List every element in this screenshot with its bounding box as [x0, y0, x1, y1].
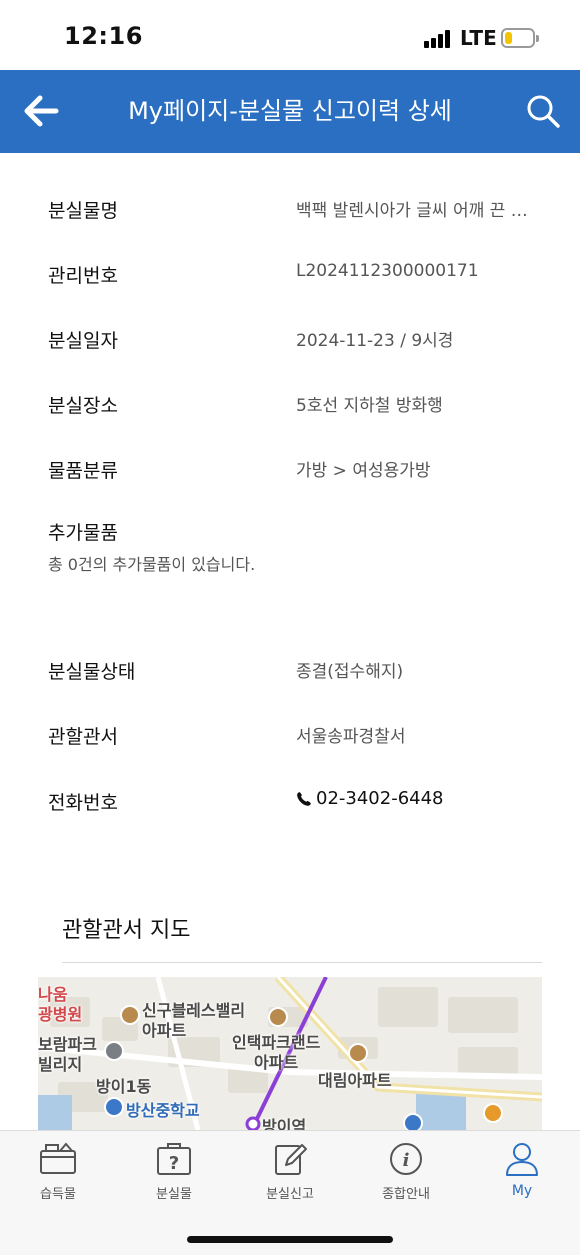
svg-text:i: i [403, 1150, 410, 1171]
edit-report-icon [275, 1144, 307, 1175]
tab-label: 분실신고 [266, 1187, 314, 1202]
tab-label: 분실물 [156, 1187, 192, 1202]
restaurant-poi-icon [483, 1103, 503, 1123]
detail-row-phone: 전화번호 02-3402-6448 [48, 788, 548, 818]
map-label: 아파트 [142, 1021, 187, 1040]
management-no-label: 관리번호 [48, 265, 118, 287]
detail-row-lost-place: 분실장소 5호선 지하철 방화행 [48, 391, 548, 421]
user-icon [506, 1143, 538, 1176]
extra-items-section: 추가물품 총 0건의 추가물품이 있습니다. [48, 518, 528, 575]
map-label: 빌리지 [38, 1055, 83, 1074]
detail-row-item-name: 분실물명 백팩 발렌시아가 글씨 어깨 끈 빨간색 [48, 196, 548, 226]
back-button[interactable] [18, 88, 64, 134]
tab-label: 종합안내 [382, 1187, 430, 1202]
apartment-poi-icon [268, 1007, 288, 1027]
back-arrow-icon [24, 95, 59, 127]
divider [62, 962, 542, 963]
svg-text:?: ? [169, 1153, 179, 1174]
map-label: 광병원 [38, 1005, 83, 1024]
lost-place-value: 5호선 지하철 방화행 [296, 396, 443, 416]
apartment-poi-icon [120, 1005, 140, 1025]
map-label: 방이1동 [96, 1077, 152, 1096]
police-station-label: 관할관서 [48, 726, 118, 748]
page-title: My페이지-분실물 신고이력 상세 [128, 97, 452, 125]
info-icon: i [390, 1143, 422, 1175]
extra-items-value: 총 0건의 추가물품이 있습니다. [48, 555, 256, 574]
search-icon [527, 95, 560, 128]
lost-date-label: 분실일자 [48, 330, 118, 352]
lost-place-label: 분실장소 [48, 395, 118, 417]
detail-row-category: 물품분류 가방 > 여성용가방 [48, 456, 548, 486]
detail-row-management-no: 관리번호 L2024112300000171 [48, 261, 548, 291]
phone-icon [297, 791, 311, 806]
detail-row-lost-date: 분실일자 2024-11-23 / 9시경 [48, 326, 548, 356]
battery-icon [501, 28, 539, 48]
category-value: 가방 > 여성용가방 [296, 461, 431, 481]
found-items-icon [40, 1142, 76, 1174]
extra-items-label: 추가물품 [48, 522, 118, 544]
map-view[interactable]: 나움 광병원 신구블레스밸리 아파트 보람파크 빌리지 인택파크랜드 아파트 대… [38, 977, 542, 1130]
item-name-label: 분실물명 [48, 200, 118, 222]
map-label: 방산중학교 [126, 1101, 200, 1120]
home-indicator [187, 1236, 393, 1243]
app-bar: My페이지-분실물 신고이력 상세 [0, 70, 580, 153]
tab-found-items[interactable]: 습득물 [8, 1141, 108, 1211]
status-value: 종결(접수해지) [296, 662, 404, 682]
map-label: 방이역 [262, 1117, 307, 1130]
phone-label: 전화번호 [48, 792, 118, 814]
search-button[interactable] [522, 90, 564, 132]
item-name-value: 백팩 발렌시아가 글씨 어깨 끈 빨간색 [296, 201, 536, 221]
battery-level [505, 32, 512, 44]
map-label: 대림아파트 [318, 1071, 392, 1090]
network-type: LTE [460, 26, 497, 50]
status-time: 12:16 [64, 22, 143, 50]
map-title: 관할관서 지도 [62, 918, 191, 943]
tab-general-info[interactable]: i 종합안내 [356, 1141, 456, 1211]
management-no-value: L2024112300000171 [296, 261, 479, 281]
detail-row-police-station: 관할관서 서울송파경찰서 [48, 722, 548, 752]
phone-number: 02-3402-6448 [316, 788, 444, 809]
lost-bag-question-icon: ? [157, 1143, 191, 1175]
school-poi-icon [104, 1097, 124, 1117]
tab-my[interactable]: My [472, 1141, 572, 1211]
place-poi-icon [403, 1113, 423, 1130]
map-label: 아파트 [254, 1053, 299, 1072]
lost-date-value: 2024-11-23 / 9시경 [296, 331, 454, 351]
tab-label: 습득물 [40, 1187, 76, 1202]
tab-lost-items[interactable]: ? 분실물 [124, 1141, 224, 1211]
status-label: 분실물상태 [48, 661, 136, 683]
apartment-poi-icon [348, 1043, 368, 1063]
police-station-value: 서울송파경찰서 [296, 727, 406, 747]
detail-row-status: 분실물상태 종결(접수해지) [48, 657, 548, 687]
signal-icon [424, 30, 454, 48]
status-bar: 12:16 LTE [0, 0, 580, 70]
tab-lost-report[interactable]: 분실신고 [240, 1141, 340, 1211]
community-poi-icon [104, 1041, 124, 1061]
phone-link[interactable]: 02-3402-6448 [296, 788, 536, 809]
tab-label: My [511, 1183, 533, 1199]
category-label: 물품분류 [48, 460, 118, 482]
